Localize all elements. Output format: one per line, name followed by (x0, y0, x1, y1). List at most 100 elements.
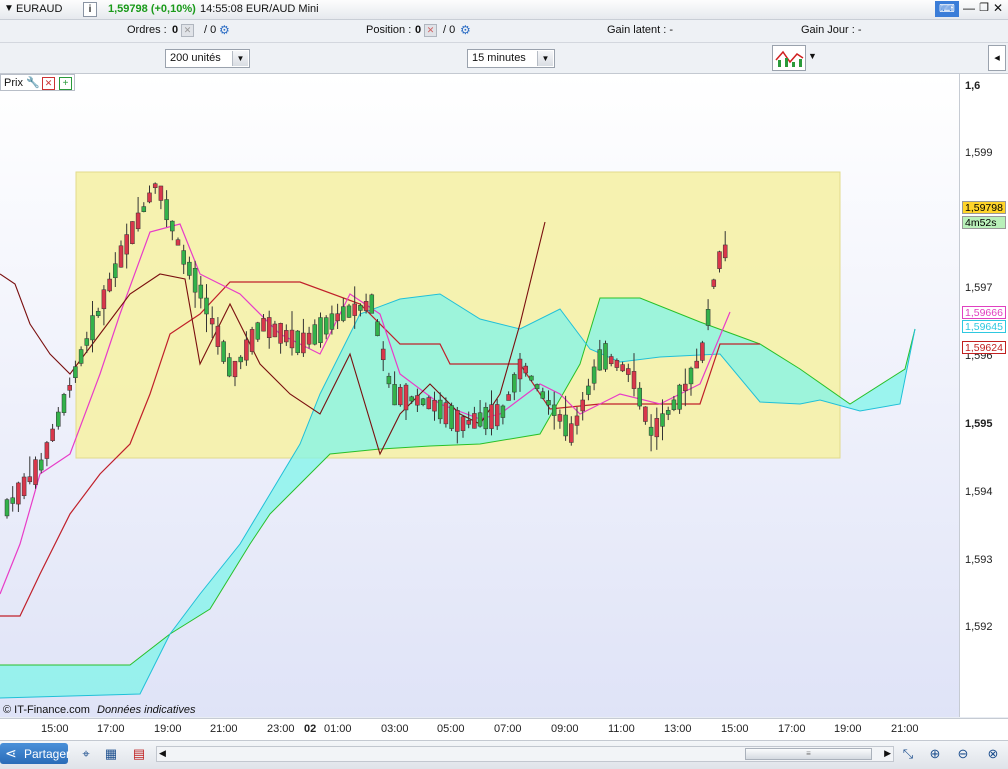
candle-body (10, 497, 15, 504)
time-tick: 02 (304, 723, 317, 735)
candle-body (78, 349, 84, 364)
share-label: Partager (24, 747, 71, 761)
candle-body (512, 374, 517, 393)
fit-chart-icon[interactable]: ⤡ (900, 746, 916, 762)
candle-body (101, 289, 107, 310)
candle-body (432, 399, 437, 412)
share-button[interactable]: ⋖ Partager (0, 743, 71, 764)
candle-body (318, 317, 323, 343)
zoom-in-icon[interactable]: ⊕ (927, 746, 943, 762)
scroll-right-icon[interactable]: ▶ (884, 748, 891, 759)
time-tick: 13:00 (664, 723, 692, 735)
candle-body (586, 385, 591, 395)
time-tick: 11:00 (608, 723, 635, 735)
candle-body (67, 385, 72, 391)
candle-body (420, 398, 426, 406)
symbol-menu-icon[interactable]: ▼ (4, 3, 14, 14)
candle-body (380, 348, 386, 361)
indicators-icon[interactable]: ▤ (131, 746, 147, 762)
candle-body (352, 303, 357, 316)
horizontal-scrollbar[interactable]: ◀ ≡ ▶ (156, 746, 894, 762)
units-select-value: 200 unités (170, 52, 221, 64)
candle-body (409, 396, 414, 402)
scroll-left-icon[interactable]: ◀ (159, 748, 166, 759)
chevron-down-icon[interactable]: ▼ (537, 51, 553, 66)
close-panel-icon[interactable]: ✕ (42, 77, 55, 90)
candle-body (403, 384, 409, 411)
price-tick: 1,595 (965, 418, 993, 430)
keyboard-icon[interactable]: ⌨ (935, 1, 959, 17)
price-tag: 4m52s (962, 216, 1006, 229)
restore-icon[interactable]: ❐ (977, 1, 991, 16)
info-bar: Ordres : 0 ✕ / 0 ⚙ Position : 0 ✕ / 0 ⚙ … (0, 20, 1008, 43)
minimize-icon[interactable]: — (962, 1, 976, 16)
cancel-orders-icon[interactable]: ✕ (181, 24, 194, 37)
candle-body (546, 400, 551, 406)
orders-label: Ordres : (127, 24, 167, 36)
time-tick: 19:00 (154, 723, 182, 735)
price-tick: 1,592 (965, 621, 993, 633)
price-tick: 1,6 (965, 80, 981, 92)
candle-body (187, 261, 192, 276)
time-tick: 21:00 (210, 723, 238, 735)
timeframe-select-value: 15 minutes (472, 52, 526, 64)
candle-body (722, 244, 728, 259)
close-icon[interactable]: ✕ (991, 1, 1005, 16)
info-icon[interactable]: i (83, 2, 97, 17)
candle-body (295, 330, 300, 353)
candle-body (626, 368, 631, 375)
price-chart[interactable] (0, 74, 959, 717)
zoom-reset-icon[interactable]: ⊗ (985, 746, 1001, 762)
time-axis[interactable]: 15:00 17:00 19:00 21:00 23:00 02 01:00 03:00 05:… (0, 718, 1008, 740)
candle-body (717, 251, 722, 269)
chevron-down-icon[interactable]: ▼ (232, 51, 248, 66)
candle-body (266, 317, 272, 339)
price-axis[interactable]: 1,6 1,599 1,597 1,596 1,595 1,594 1,593 1,592 1,… (960, 74, 1008, 717)
candle-body (426, 397, 432, 410)
candle-body (73, 366, 78, 378)
chart-area[interactable]: Prix 🔧 ✕ + © IT-Finance.com Données indi… (0, 74, 960, 717)
candle-body (437, 399, 443, 420)
candle-body (341, 306, 346, 321)
candle-body (346, 305, 352, 318)
price-tick: 1,594 (965, 486, 993, 498)
chart-style-button[interactable] (772, 45, 806, 71)
candle-body (517, 358, 523, 380)
scrollbar-thumb[interactable]: ≡ (745, 748, 872, 760)
crosshair-tool-icon[interactable]: ⌖ (78, 746, 94, 762)
orders-gear-icon[interactable]: ⚙ (219, 23, 230, 37)
candle-body (705, 309, 711, 326)
chart-style-dropdown-icon[interactable]: ▼ (808, 51, 817, 61)
candle-body (249, 329, 255, 352)
candle-body (392, 384, 397, 406)
time-tick: 07:00 (494, 723, 522, 735)
candle-body (170, 220, 175, 232)
candle-body (204, 297, 209, 315)
candle-body (301, 332, 306, 354)
position-gear-icon[interactable]: ⚙ (460, 23, 471, 37)
candle-body (483, 407, 489, 430)
symbol-label[interactable]: EURAUD (16, 3, 62, 15)
candle-body (118, 245, 124, 268)
candle-body (95, 310, 101, 317)
add-indicator-icon[interactable]: + (59, 77, 72, 90)
units-select[interactable]: 200 unités ▼ (165, 49, 250, 68)
candle-body (232, 360, 238, 378)
zoom-out-icon[interactable]: ⊖ (955, 746, 971, 762)
candle-body (289, 329, 295, 349)
time-tick: 21:00 (891, 723, 919, 735)
close-position-icon[interactable]: ✕ (424, 24, 437, 37)
side-panel-toggle-icon[interactable]: ◂ (988, 45, 1006, 71)
candle-body (107, 278, 112, 292)
candle-body (135, 212, 141, 230)
candle-body (323, 317, 329, 335)
candle-body (608, 356, 614, 365)
gain-jour: Gain Jour : - (801, 24, 862, 36)
grid-icon[interactable]: ▦ (103, 746, 119, 762)
wrench-icon[interactable]: 🔧 (26, 76, 40, 89)
candle-body (574, 415, 580, 426)
price-tag: 1,59624 (962, 341, 1006, 354)
candle-body (255, 322, 261, 340)
candle-body (472, 413, 477, 429)
timeframe-select[interactable]: 15 minutes ▼ (467, 49, 555, 68)
